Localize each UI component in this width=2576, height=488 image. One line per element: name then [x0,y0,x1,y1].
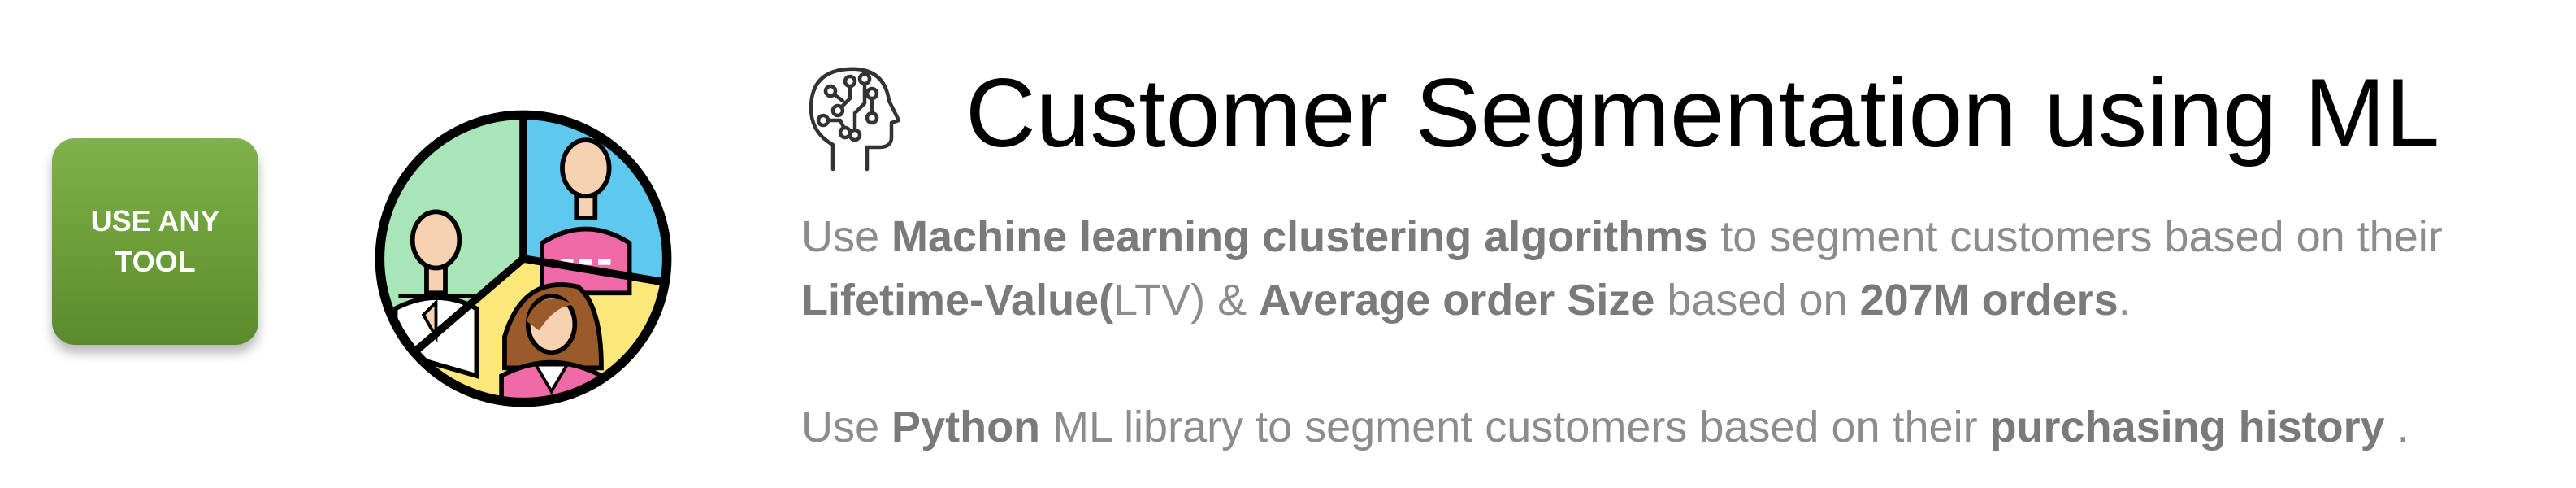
text: ML library to segment customers based on… [1040,403,1990,451]
text: Use [801,212,892,261]
text: based on [1654,276,1860,325]
text: . [2118,276,2131,325]
text: to segment customers based on their [1708,212,2443,261]
bold-text: purchasing history [1989,403,2385,451]
ai-brain-icon [809,67,901,172]
bold-text: Lifetime-Value( [801,276,1114,325]
bold-text: Machine learning clustering algorithms [891,212,1709,261]
badge-label: USE ANY TOOL [90,204,220,278]
description-paragraph-2: Use Python ML library to segment custome… [801,395,2409,459]
bold-text: Python [891,403,1041,451]
bold-text: Average order Size [1259,276,1655,325]
bold-text: 207M orders [1859,276,2118,325]
use-any-tool-badge: USE ANY TOOL [52,138,258,345]
text: LTV) & [1113,276,1260,325]
page-title: Customer Segmentation using ML [965,59,2440,168]
description-paragraph-1: Use Machine learning clustering algorith… [801,205,2443,332]
text: Use [801,403,892,451]
customer-segments-icon [375,110,672,407]
text: . [2384,403,2409,451]
